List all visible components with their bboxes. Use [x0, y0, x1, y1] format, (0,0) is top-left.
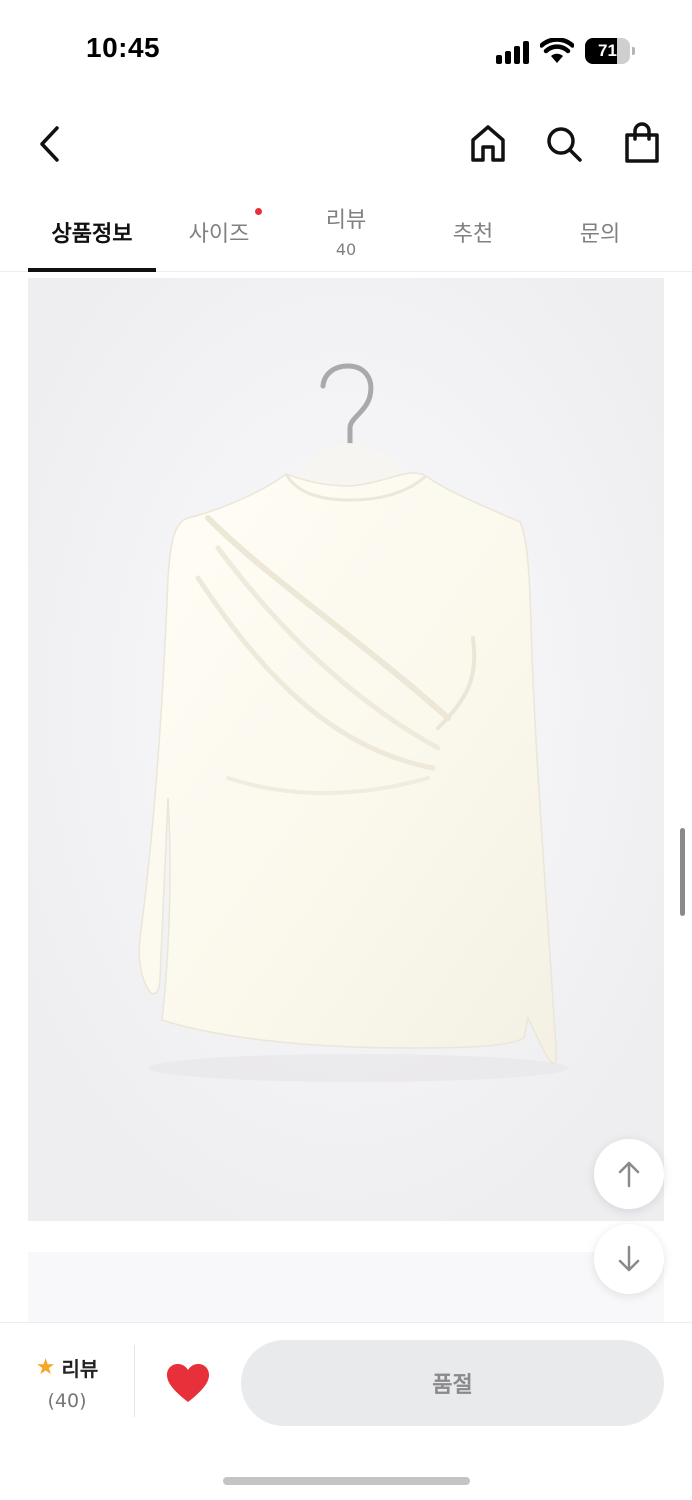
home-icon: [471, 125, 505, 162]
tab-size[interactable]: 사이즈: [155, 188, 283, 272]
review-summary-button[interactable]: ★ 리뷰 (40): [0, 1353, 134, 1421]
scroll-bottom-button[interactable]: [594, 1224, 664, 1294]
heart-icon: [167, 1364, 209, 1402]
review-label: 리뷰: [61, 1357, 99, 1381]
signal-icon: [496, 40, 532, 64]
battery-icon: 71: [585, 38, 635, 64]
product-tabs: 상품정보 사이즈 리뷰 40 추천 문의: [0, 188, 692, 272]
tab-review-count: 40: [335, 240, 357, 259]
shopping-bag-icon: [625, 122, 659, 163]
top-nav: [0, 105, 692, 185]
scroll-top-button[interactable]: [594, 1139, 664, 1209]
status-bar: 10:45 71: [0, 0, 692, 100]
tab-product-info[interactable]: 상품정보: [28, 188, 156, 272]
home-indicator: [223, 1477, 470, 1485]
divider: [134, 1345, 135, 1417]
arrow-down-icon: [618, 1245, 640, 1272]
wifi-icon: [539, 37, 575, 64]
home-button[interactable]: [466, 119, 510, 169]
tab-label: 상품정보: [51, 222, 133, 247]
new-badge-dot: [255, 208, 262, 215]
search-button[interactable]: [542, 119, 586, 169]
content-divider-strip: [28, 1252, 664, 1322]
wishlist-button[interactable]: [164, 1361, 212, 1405]
chevron-left-icon: [40, 126, 59, 162]
soldout-button[interactable]: 품절: [241, 1340, 664, 1426]
scrollbar[interactable]: [680, 828, 685, 916]
tab-label: 문의: [579, 222, 621, 247]
review-count: (40): [47, 1390, 87, 1412]
star-icon: ★: [35, 1354, 56, 1380]
arrow-up-icon: [618, 1161, 640, 1188]
product-image[interactable]: [28, 278, 664, 1221]
battery-percent: 71: [598, 41, 617, 60]
product-photo: [28, 278, 664, 1221]
tab-review[interactable]: 리뷰 40: [282, 188, 410, 272]
shopping-bag-button[interactable]: [620, 117, 664, 169]
active-tab-indicator: [28, 268, 156, 272]
bottom-action-bar: ★ 리뷰 (40) 품절: [0, 1322, 692, 1500]
tab-label: 사이즈: [188, 222, 250, 247]
status-time: 10:45: [86, 32, 161, 63]
search-icon: [547, 127, 582, 162]
tab-label: 리뷰: [325, 208, 367, 233]
tab-label: 추천: [452, 222, 494, 247]
tab-inquiry[interactable]: 문의: [536, 188, 664, 272]
tab-recommend[interactable]: 추천: [409, 188, 537, 272]
back-button[interactable]: [28, 119, 72, 169]
